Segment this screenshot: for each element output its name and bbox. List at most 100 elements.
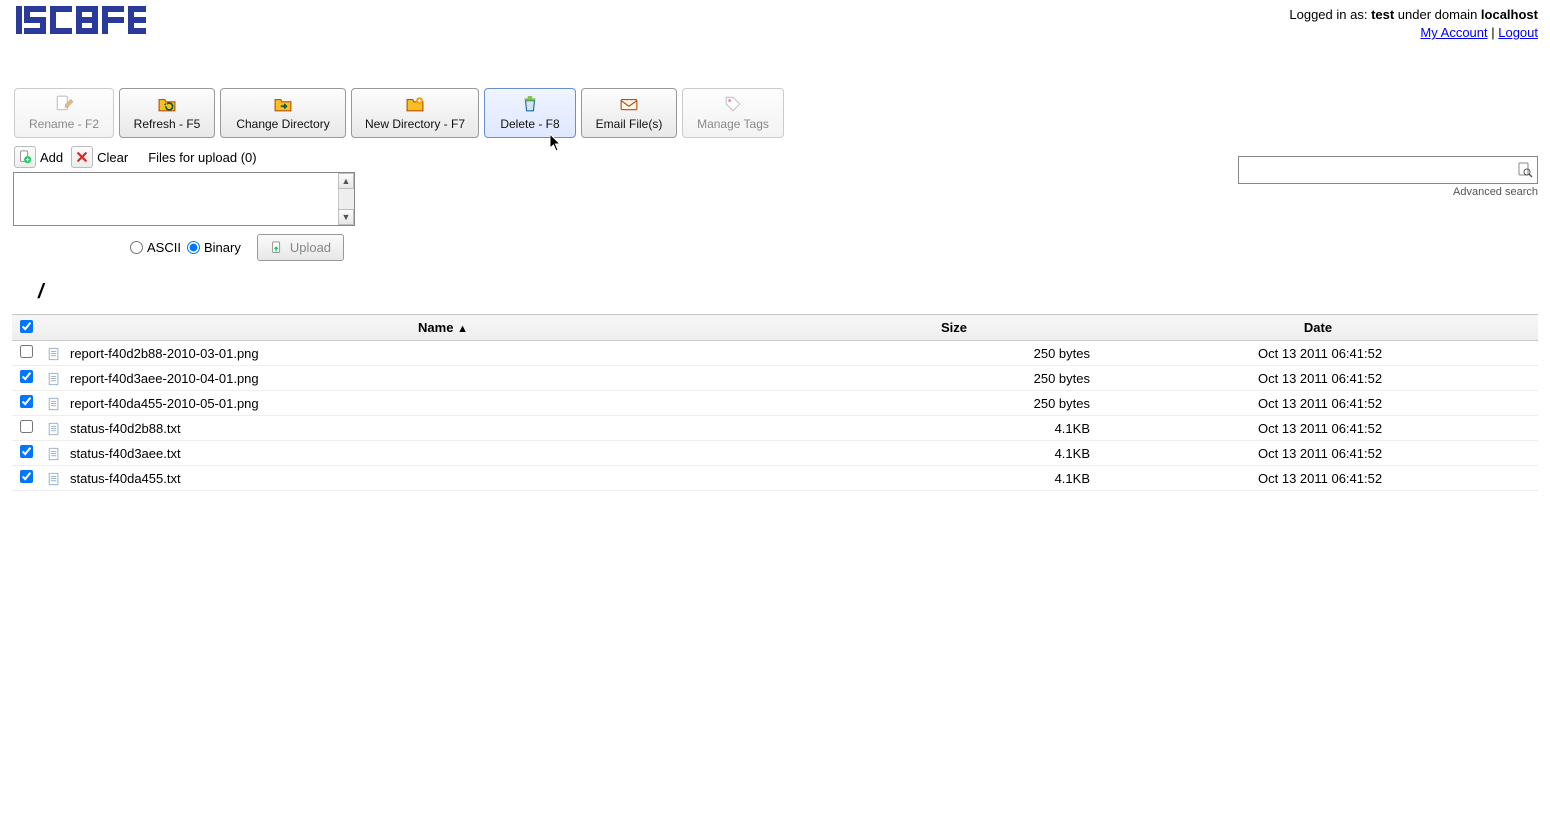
file-image-icon <box>47 397 61 411</box>
change-directory-button[interactable]: Change Directory <box>220 88 346 138</box>
clear-label: Clear <box>97 150 128 165</box>
search-box <box>1238 156 1538 184</box>
delete-button[interactable]: Delete - F8 <box>484 88 576 138</box>
column-header-name[interactable]: Name ▲ <box>68 315 818 341</box>
rename-label: Rename - F2 <box>29 117 99 131</box>
envelope-icon <box>620 95 638 113</box>
folder-refresh-icon <box>158 95 176 113</box>
table-row[interactable]: status-f40d2b88.txt4.1KBOct 13 2011 06:4… <box>12 416 1538 441</box>
file-name[interactable]: report-f40d2b88-2010-03-01.png <box>68 341 818 366</box>
refresh-label: Refresh - F5 <box>134 117 201 131</box>
logo <box>16 6 146 34</box>
file-image-icon <box>47 372 61 386</box>
file-edit-icon <box>55 95 73 113</box>
login-user: test <box>1371 7 1394 22</box>
file-date: Oct 13 2011 06:41:52 <box>1098 391 1538 416</box>
email-label: Email File(s) <box>596 117 663 131</box>
ascii-radio-label[interactable]: ASCII <box>130 240 181 255</box>
upload-icon <box>270 241 284 255</box>
table-row[interactable]: report-f40d2b88-2010-03-01.png250 bytesO… <box>12 341 1538 366</box>
tags-label: Manage Tags <box>697 117 769 131</box>
file-plus-icon <box>18 150 32 164</box>
folder-go-icon <box>274 95 292 113</box>
file-date: Oct 13 2011 06:41:52 <box>1098 416 1538 441</box>
file-name[interactable]: status-f40da455.txt <box>68 466 818 491</box>
file-name[interactable]: status-f40d2b88.txt <box>68 416 818 441</box>
scroll-up-button[interactable]: ▲ <box>338 173 354 189</box>
row-checkbox[interactable] <box>20 395 33 408</box>
table-row[interactable]: status-f40da455.txt4.1KBOct 13 2011 06:4… <box>12 466 1538 491</box>
name-header-text: Name <box>418 320 453 335</box>
file-size: 4.1KB <box>818 416 1098 441</box>
ascii-radio[interactable] <box>130 241 143 254</box>
row-checkbox[interactable] <box>20 420 33 433</box>
table-row[interactable]: report-f40d3aee-2010-04-01.png250 bytesO… <box>12 366 1538 391</box>
file-date: Oct 13 2011 06:41:52 <box>1098 441 1538 466</box>
column-header-date[interactable]: Date <box>1098 315 1538 341</box>
file-name[interactable]: status-f40d3aee.txt <box>68 441 818 466</box>
new-dir-label: New Directory - F7 <box>365 117 465 131</box>
login-prefix: Logged in as: <box>1289 7 1371 22</box>
email-files-button[interactable]: Email File(s) <box>581 88 677 138</box>
files-for-upload-count: Files for upload (0) <box>148 150 256 165</box>
logout-link[interactable]: Logout <box>1498 25 1538 40</box>
delete-label: Delete - F8 <box>500 117 559 131</box>
manage-tags-button[interactable]: Manage Tags <box>682 88 784 138</box>
refresh-button[interactable]: Refresh - F5 <box>119 88 215 138</box>
upload-button[interactable]: Upload <box>257 234 344 261</box>
binary-radio-label[interactable]: Binary <box>187 240 241 255</box>
file-date: Oct 13 2011 06:41:52 <box>1098 466 1538 491</box>
ascii-text: ASCII <box>147 240 181 255</box>
rename-button[interactable]: Rename - F2 <box>14 88 114 138</box>
file-name[interactable]: report-f40da455-2010-05-01.png <box>68 391 818 416</box>
scroll-down-button[interactable]: ▼ <box>338 209 354 225</box>
search-button[interactable] <box>1513 162 1537 178</box>
column-header-size[interactable]: Size <box>818 315 1098 341</box>
login-domain: localhost <box>1481 7 1538 22</box>
row-checkbox[interactable] <box>20 345 33 358</box>
binary-radio[interactable] <box>187 241 200 254</box>
add-label: Add <box>40 150 63 165</box>
new-directory-button[interactable]: New Directory - F7 <box>351 88 479 138</box>
clear-button[interactable] <box>71 146 93 168</box>
file-table: Name ▲ Size Date report-f40d2b88-2010-03… <box>12 314 1538 491</box>
upload-queue-area[interactable]: ▲ ▼ <box>13 172 355 226</box>
file-size: 250 bytes <box>818 391 1098 416</box>
binary-text: Binary <box>204 240 241 255</box>
x-icon <box>76 151 88 163</box>
file-text-icon <box>47 472 61 486</box>
file-size: 250 bytes <box>818 341 1098 366</box>
login-info: Logged in as: test under domain localhos… <box>1289 6 1538 42</box>
row-checkbox[interactable] <box>20 470 33 483</box>
file-size: 4.1KB <box>818 441 1098 466</box>
row-checkbox[interactable] <box>20 370 33 383</box>
table-row[interactable]: report-f40da455-2010-05-01.png250 bytesO… <box>12 391 1538 416</box>
change-dir-label: Change Directory <box>236 117 329 131</box>
advanced-search-link[interactable]: Advanced search <box>1453 186 1538 198</box>
link-separator: | <box>1488 25 1499 40</box>
current-path: / <box>0 261 1550 308</box>
select-all-checkbox[interactable] <box>20 320 33 333</box>
my-account-link[interactable]: My Account <box>1420 25 1487 40</box>
file-date: Oct 13 2011 06:41:52 <box>1098 341 1538 366</box>
file-name[interactable]: report-f40d3aee-2010-04-01.png <box>68 366 818 391</box>
file-search-icon <box>1517 162 1533 178</box>
file-text-icon <box>47 447 61 461</box>
sort-asc-icon: ▲ <box>457 323 468 335</box>
search-input[interactable] <box>1239 159 1513 182</box>
folder-new-icon <box>406 95 424 113</box>
scrollbar[interactable]: ▲ ▼ <box>338 173 354 225</box>
file-size: 250 bytes <box>818 366 1098 391</box>
file-text-icon <box>47 422 61 436</box>
table-row[interactable]: status-f40d3aee.txt4.1KBOct 13 2011 06:4… <box>12 441 1538 466</box>
file-date: Oct 13 2011 06:41:52 <box>1098 366 1538 391</box>
tag-icon <box>724 95 742 113</box>
add-file-button[interactable] <box>14 146 36 168</box>
file-size: 4.1KB <box>818 466 1098 491</box>
row-checkbox[interactable] <box>20 445 33 458</box>
login-middle: under domain <box>1394 7 1481 22</box>
toolbar: Rename - F2 Refresh - F5 Change Director… <box>0 84 1550 144</box>
trash-icon <box>521 95 539 113</box>
file-image-icon <box>47 347 61 361</box>
upload-btn-label: Upload <box>290 240 331 255</box>
